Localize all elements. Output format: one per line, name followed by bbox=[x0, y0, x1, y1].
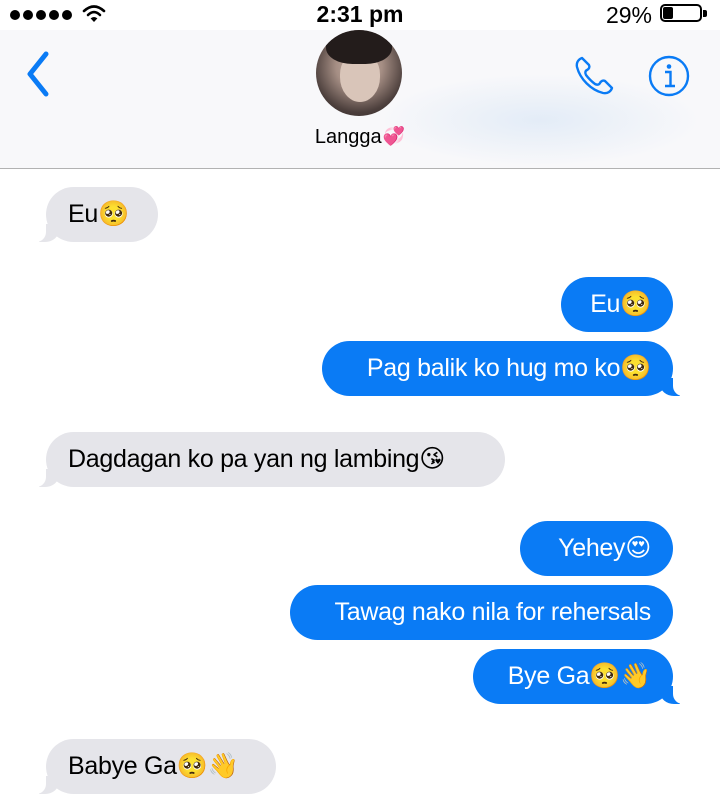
message-text: Pag balik ko hug mo ko🥺 bbox=[366, 354, 651, 382]
message-text: Eu🥺 bbox=[68, 200, 129, 228]
message-bubble-outgoing[interactable]: Yehey😍 bbox=[520, 521, 673, 576]
conversation-header: Langga💞 bbox=[0, 30, 720, 169]
message-bubble-incoming[interactable]: Eu🥺 bbox=[34, 187, 158, 242]
info-button[interactable] bbox=[648, 55, 690, 97]
contact-avatar[interactable] bbox=[316, 30, 402, 116]
message-text: Bye Ga🥺👋 bbox=[507, 662, 652, 690]
contact-name[interactable]: Langga💞 bbox=[0, 126, 720, 149]
message-bubble-incoming[interactable]: Dagdagan ko pa yan ng lambing😘 bbox=[34, 432, 505, 487]
message-text: Babye Ga🥺👋 bbox=[68, 752, 239, 780]
battery-icon bbox=[660, 4, 710, 24]
back-button[interactable] bbox=[20, 46, 60, 102]
battery-level-fill bbox=[663, 7, 673, 19]
message-thread[interactable]: Eu🥺 Eu🥺 Pag balik ko hug mo ko🥺 Dagdagan… bbox=[0, 168, 720, 802]
message-bubble-outgoing[interactable]: Pag balik ko hug mo ko🥺 bbox=[322, 341, 685, 396]
message-text: Yehey😍 bbox=[558, 534, 651, 562]
message-text: Dagdagan ko pa yan ng lambing😘 bbox=[68, 445, 446, 473]
status-bar: 2:31 pm 29% bbox=[0, 0, 720, 30]
message-text: Eu🥺 bbox=[590, 290, 651, 318]
message-bubble-incoming[interactable]: Babye Ga🥺👋 bbox=[34, 739, 276, 794]
phone-call-button[interactable] bbox=[570, 52, 618, 100]
message-bubble-outgoing[interactable]: Eu🥺 bbox=[561, 277, 673, 332]
message-bubble-outgoing[interactable]: Tawag nako nila for rehersals bbox=[290, 585, 673, 640]
message-text: Tawag nako nila for rehersals bbox=[334, 598, 652, 626]
message-bubble-outgoing[interactable]: Bye Ga🥺👋 bbox=[473, 649, 685, 704]
two-hearts-icon: 💞 bbox=[382, 126, 406, 146]
battery-percentage: 29% bbox=[605, 2, 652, 28]
contact-name-label: Langga bbox=[314, 126, 382, 148]
